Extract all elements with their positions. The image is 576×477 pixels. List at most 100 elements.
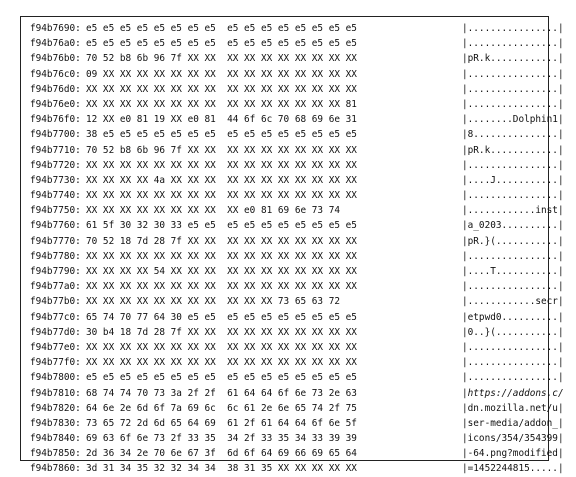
hexdump-row: f94b7830: 73 65 72 2d 6d 65 64 69 61 2f 6…	[30, 416, 564, 431]
row-address: f94b7850:	[30, 448, 81, 460]
hexdump-row: f94b7780: XX XX XX XX XX XX XX XX XX XX X…	[30, 249, 564, 264]
hexdump-row: f94b7720: XX XX XX XX XX XX XX XX XX XX X…	[30, 158, 564, 173]
row-address: f94b7790:	[30, 266, 81, 277]
row-ascii: |................|	[462, 372, 564, 384]
row-hex-bytes: 3d 31 34 35 32 32 34 34 38 31 35 XX XX X…	[86, 463, 357, 475]
row-address: f94b77a0:	[30, 281, 81, 293]
row-hex-bytes: XX XX XX XX XX XX XX XX XX XX XX XX XX X…	[86, 83, 357, 95]
hexdump-row: f94b7850: 2d 36 34 2e 70 6e 67 3f 6d 6f 6…	[30, 446, 564, 461]
row-hex-bytes: 2d 36 34 2e 70 6e 67 3f 6d 6f 64 69 66 6…	[86, 448, 357, 460]
row-hex-bytes: XX XX XX XX XX XX XX XX XX XX XX XX XX X…	[86, 250, 357, 262]
row-hex-bytes: 65 74 70 77 64 30 e5 e5 e5 e5 e5 e5 e5 e…	[86, 311, 357, 323]
row-address: f94b76f0:	[30, 114, 81, 126]
row-hex-bytes: XX XX XX XX XX XX XX XX XX XX XX 73 65 6…	[86, 296, 340, 308]
row-address: f94b76b0:	[30, 53, 81, 65]
row-address: f94b7860:	[30, 463, 81, 475]
row-address: f94b7830:	[30, 417, 81, 429]
row-hex-bytes: e5 e5 e5 e5 e5 e5 e5 e5 e5 e5 e5 e5 e5 e…	[86, 23, 357, 34]
hexdump-row: f94b77e0: XX XX XX XX XX XX XX XX XX XX X…	[30, 340, 564, 355]
row-ascii: |................|	[462, 357, 564, 369]
row-ascii: |................|	[462, 98, 564, 110]
hexdump-row: f94b7860: 3d 31 34 35 32 32 34 34 38 31 3…	[30, 461, 564, 476]
row-ascii: |pR.k............|	[462, 144, 564, 156]
hexdump-row: f94b76e0: XX XX XX XX XX XX XX XX XX XX X…	[30, 97, 564, 112]
row-address: f94b76c0:	[30, 68, 81, 80]
row-ascii: |................|	[462, 250, 564, 262]
row-address: f94b7840:	[30, 433, 81, 445]
hexdump-row: f94b76b0: 70 52 b8 6b 96 7f XX XX XX XX X…	[30, 51, 564, 66]
row-ascii: |........Dolphin1|	[462, 114, 564, 126]
hexdump-row: f94b7770: 70 52 18 7d 28 7f XX XX XX XX X…	[30, 234, 564, 249]
row-address: f94b76e0:	[30, 98, 81, 110]
row-address: f94b77b0:	[30, 296, 81, 308]
row-ascii: |etpwd0..........|	[462, 311, 564, 323]
row-hex-bytes: 70 52 b8 6b 96 7f XX XX XX XX XX XX XX X…	[86, 144, 357, 156]
hexdump-row: f94b7760: 61 5f 30 32 30 33 e5 e5 e5 e5 e…	[30, 218, 564, 233]
row-address: f94b7760:	[30, 220, 81, 232]
hexdump-row: f94b7820: 64 6e 2e 6d 6f 7a 69 6c 6c 61 2…	[30, 401, 564, 416]
row-hex-bytes: XX XX XX XX XX XX XX XX XX e0 81 69 6e 7…	[86, 205, 340, 217]
row-ascii: |................|	[462, 159, 564, 171]
row-hex-bytes: 12 XX e0 81 19 XX e0 81 44 6f 6c 70 68 6…	[86, 114, 357, 126]
hexdump-row: f94b7730: XX XX XX XX 4a XX XX XX XX XX X…	[30, 173, 564, 188]
row-hex-bytes: XX XX XX XX 4a XX XX XX XX XX XX XX XX X…	[86, 174, 357, 186]
row-address: f94b7770:	[30, 235, 81, 247]
row-address: f94b7710:	[30, 144, 81, 156]
hexdump-row: f94b7750: XX XX XX XX XX XX XX XX XX e0 8…	[30, 203, 564, 218]
hexdump-row: f94b76a0: e5 e5 e5 e5 e5 e5 e5 e5 e5 e5 e…	[30, 36, 564, 51]
row-address: f94b7750:	[30, 205, 81, 217]
row-address: f94b7780:	[30, 250, 81, 262]
row-ascii: |....J...........|	[462, 174, 564, 186]
hexdump-row: f94b77c0: 65 74 70 77 64 30 e5 e5 e5 e5 e…	[30, 310, 564, 325]
row-hex-bytes: XX XX XX XX XX XX XX XX XX XX XX XX XX X…	[86, 98, 357, 110]
row-hex-bytes: XX XX XX XX XX XX XX XX XX XX XX XX XX X…	[86, 341, 357, 353]
hexdump-row: f94b7790: XX XX XX XX 54 XX XX XX XX XX X…	[30, 264, 564, 279]
row-address: f94b76a0:	[30, 38, 81, 50]
row-ascii: |0..}(...........|	[462, 326, 564, 338]
row-ascii: |................|	[462, 83, 564, 95]
hexdump-row: f94b77a0: XX XX XX XX XX XX XX XX XX XX X…	[30, 279, 564, 294]
row-ascii: |................|	[462, 23, 564, 34]
row-ascii: |................|	[462, 281, 564, 293]
hexdump-row: f94b76f0: 12 XX e0 81 19 XX e0 81 44 6f 6…	[30, 112, 564, 127]
row-hex-bytes: 61 5f 30 32 30 33 e5 e5 e5 e5 e5 e5 e5 e…	[86, 220, 357, 232]
row-ascii: |....T...........|	[462, 266, 564, 277]
row-ascii: |icons/354/354399|	[462, 433, 564, 445]
hexdump-row: f94b7740: XX XX XX XX XX XX XX XX XX XX X…	[30, 188, 564, 203]
row-ascii: |................|	[462, 38, 564, 50]
row-ascii: |=1452244815.....|	[462, 463, 564, 475]
row-hex-bytes: 64 6e 2e 6d 6f 7a 69 6c 6c 61 2e 6e 65 7…	[86, 402, 357, 414]
hexdump-row: f94b77d0: 30 b4 18 7d 28 7f XX XX XX XX X…	[30, 325, 564, 340]
hexdump-row: f94b7690: e5 e5 e5 e5 e5 e5 e5 e5 e5 e5 e…	[30, 21, 564, 36]
row-address: f94b76d0:	[30, 83, 81, 95]
row-address: f94b7810:	[30, 387, 81, 399]
row-ascii: |-64.png?modified|	[462, 448, 564, 460]
hexdump-row: f94b7800: e5 e5 e5 e5 e5 e5 e5 e5 e5 e5 e…	[30, 370, 564, 385]
row-hex-bytes: XX XX XX XX 54 XX XX XX XX XX XX XX XX X…	[86, 266, 357, 277]
hexdump-row: f94b7840: 69 63 6f 6e 73 2f 33 35 34 2f 3…	[30, 431, 564, 446]
row-ascii: |............inst|	[462, 205, 564, 217]
hexdump-row: f94b77f0: XX XX XX XX XX XX XX XX XX XX X…	[30, 355, 564, 370]
hexdump-row: f94b7710: 70 52 b8 6b 96 7f XX XX XX XX X…	[30, 143, 564, 158]
hexdump-row: f94b77b0: XX XX XX XX XX XX XX XX XX XX X…	[30, 294, 564, 309]
row-address: f94b7730:	[30, 174, 81, 186]
row-ascii: |pR.}(...........|	[462, 235, 564, 247]
row-address: f94b7720:	[30, 159, 81, 171]
row-hex-bytes: e5 e5 e5 e5 e5 e5 e5 e5 e5 e5 e5 e5 e5 e…	[86, 38, 357, 50]
row-address: f94b77f0:	[30, 357, 81, 369]
row-hex-bytes: 70 52 b8 6b 96 7f XX XX XX XX XX XX XX X…	[86, 53, 357, 65]
row-address: f94b77e0:	[30, 341, 81, 353]
row-hex-bytes: e5 e5 e5 e5 e5 e5 e5 e5 e5 e5 e5 e5 e5 e…	[86, 372, 357, 384]
row-hex-bytes: 68 74 74 70 73 3a 2f 2f 61 64 64 6f 6e 7…	[86, 387, 357, 399]
row-address: f94b7690:	[30, 23, 81, 34]
hexdump-row: f94b76d0: XX XX XX XX XX XX XX XX XX XX X…	[30, 82, 564, 97]
row-address: f94b7800:	[30, 372, 81, 384]
row-ascii: |................|	[462, 341, 564, 353]
row-hex-bytes: XX XX XX XX XX XX XX XX XX XX XX XX XX X…	[86, 190, 357, 202]
row-ascii: |dn.mozilla.net/u|	[462, 402, 564, 414]
hexdump-row: f94b76c0: 09 XX XX XX XX XX XX XX XX XX X…	[30, 67, 564, 82]
row-ascii: |pR.k............|	[462, 53, 564, 65]
row-address: f94b7820:	[30, 402, 81, 414]
hexdump-row: f94b7810: 68 74 74 70 73 3a 2f 2f 61 64 6…	[30, 386, 564, 401]
row-ascii: |https://addons.c/	[462, 387, 564, 399]
